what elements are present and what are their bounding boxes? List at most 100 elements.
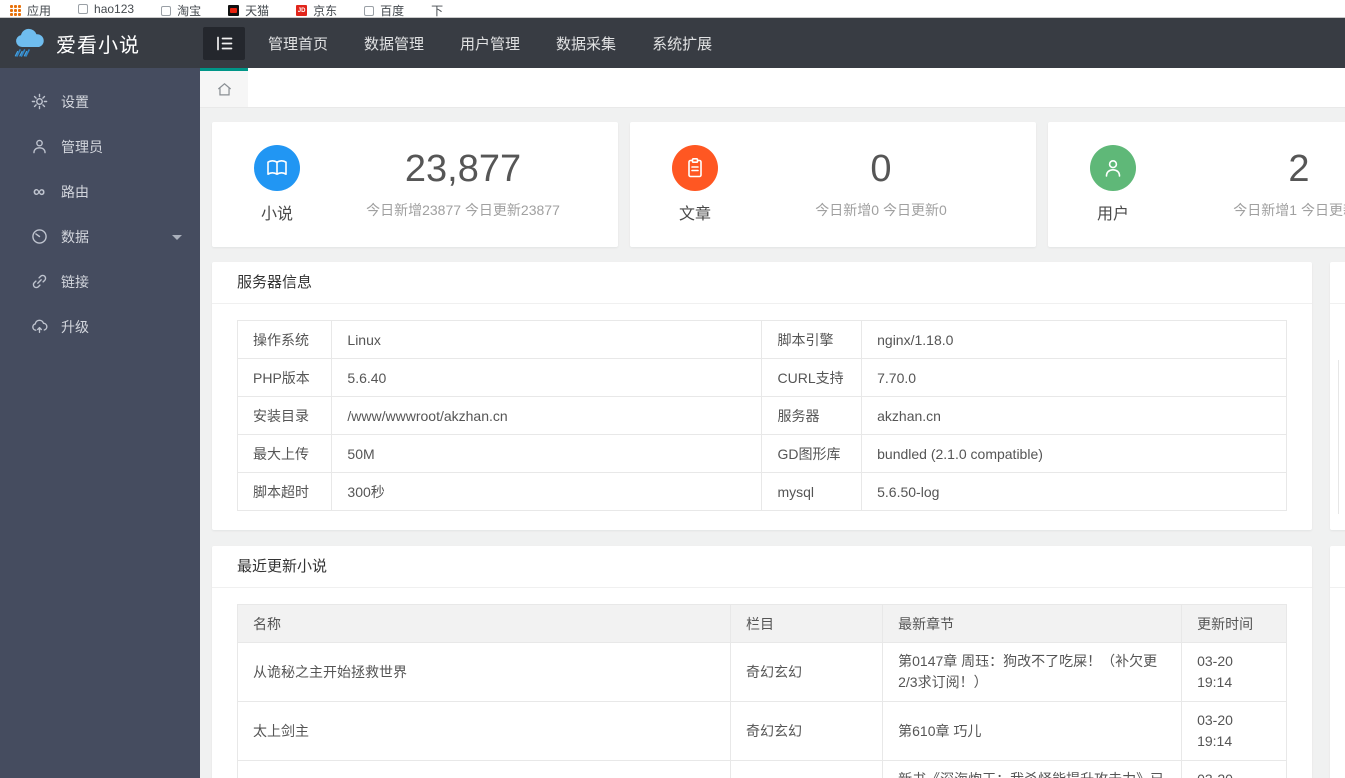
stat-value: 23,877 xyxy=(404,148,522,191)
novel-update-time: 03-20 19:14 xyxy=(1181,701,1287,761)
infinity-icon: ∞ xyxy=(32,181,46,201)
nav-label: 数据管理 xyxy=(364,35,425,53)
server-field-value: bundled (2.1.0 compatible) xyxy=(861,434,1287,473)
column-header-time: 更新时间 xyxy=(1181,604,1287,643)
book-icon xyxy=(254,145,300,191)
novel-name: 从诡秘之主开始拯救世界 xyxy=(236,642,732,702)
nav-label: 用户管理 xyxy=(460,35,521,53)
server-field-label: 操作系统 xyxy=(236,320,333,359)
clipped-right-panel-bottom: 人 xyxy=(1330,546,1345,778)
sidebar: 设置 管理员 ∞ 路由 数据 链接 升级 xyxy=(0,68,200,778)
admin-dashboard-page: 应用 hao123 淘宝 天猫 JD 京东 百度 下 爱看小说 管理首页 数据管… xyxy=(0,0,1345,778)
tab-home[interactable] xyxy=(200,68,248,107)
stat-subtitle: 今日新增23877 今日更新23877 xyxy=(366,201,560,218)
bookmark-jd[interactable]: JD 京东 xyxy=(296,2,337,17)
generic-favicon-icon xyxy=(161,5,172,16)
app-title: 爱看小说 xyxy=(56,34,140,57)
sidebar-item-administrator[interactable]: 管理员 xyxy=(0,124,200,169)
app-logo[interactable]: 爱看小说 xyxy=(0,18,200,68)
novel-category: 奇幻玄幻 xyxy=(730,642,884,702)
column-header-category: 栏目 xyxy=(730,604,884,643)
server-info-panel: 服务器信息 操作系统 Linux 脚本引擎 nginx/1.18.0 PHP版本… xyxy=(212,262,1312,530)
tab-bar xyxy=(200,68,1345,108)
user-icon xyxy=(30,138,48,156)
server-field-label: 服务器 xyxy=(761,396,863,435)
stat-subtitle: 今日新增0 今日更新0 xyxy=(815,201,947,218)
table-row: 太上剑主 奇幻玄幻 第610章 巧儿 03-20 19:14 xyxy=(236,701,1287,761)
server-field-value: 50M xyxy=(331,434,763,473)
collapse-menu-icon xyxy=(216,36,232,51)
bookmark-hao123[interactable]: hao123 xyxy=(78,2,134,16)
bookmark-baidu[interactable]: 百度 xyxy=(364,2,404,17)
server-field-label: CURL支持 xyxy=(761,358,863,397)
nav-data-management[interactable]: 数据管理 xyxy=(346,18,442,68)
cloud-rain-logo-icon xyxy=(14,28,44,57)
bookmark-clipped[interactable]: 下 xyxy=(431,2,443,17)
nav-system-extension[interactable]: 系统扩展 xyxy=(634,18,730,68)
server-field-label: 最大上传 xyxy=(236,434,333,473)
server-field-value: 300秒 xyxy=(331,472,763,511)
sidebar-label: 链接 xyxy=(61,273,89,290)
gauge-icon xyxy=(30,228,48,246)
stat-card-novels: 小说 23,877 今日新增23877 今日更新23877 xyxy=(212,122,618,247)
sidebar-item-routes[interactable]: ∞ 路由 xyxy=(0,169,200,214)
server-field-value: nginx/1.18.0 xyxy=(861,320,1287,359)
server-field-label: 安装目录 xyxy=(236,396,333,435)
novel-category: 奇幻玄幻 xyxy=(730,760,884,778)
nav-label: 数据采集 xyxy=(556,35,617,53)
bookmark-label: 下 xyxy=(431,4,444,17)
bookmark-taobao[interactable]: 淘宝 xyxy=(161,2,201,17)
bookmark-apps[interactable]: 应用 xyxy=(10,2,51,17)
top-navigation: 管理首页 数据管理 用户管理 数据采集 系统扩展 xyxy=(250,18,730,68)
sidebar-item-links[interactable]: 链接 xyxy=(0,259,200,304)
bookmark-tmall[interactable]: 天猫 xyxy=(228,2,269,17)
nav-label: 管理首页 xyxy=(268,35,329,53)
nav-label: 系统扩展 xyxy=(652,35,713,53)
server-field-value: 7.70.0 xyxy=(861,358,1287,397)
table-edge-line xyxy=(1338,360,1339,514)
nav-user-management[interactable]: 用户管理 xyxy=(442,18,538,68)
sidebar-item-upgrade[interactable]: 升级 xyxy=(0,304,200,349)
tmall-favicon-icon xyxy=(228,5,240,16)
novel-name: 深海拳王 xyxy=(236,760,732,778)
home-icon xyxy=(217,82,231,95)
panel-title: 最近更新小说 xyxy=(212,546,1312,588)
table-row: 操作系统 Linux 脚本引擎 nginx/1.18.0 xyxy=(236,320,1287,359)
server-info-table: 操作系统 Linux 脚本引擎 nginx/1.18.0 PHP版本 5.6.4… xyxy=(236,320,1287,511)
bookmark-label: 百度 xyxy=(380,4,405,17)
jd-favicon-icon: JD xyxy=(296,5,308,16)
novel-name: 太上剑主 xyxy=(236,701,732,761)
chevron-down-icon xyxy=(172,235,182,240)
server-field-label: 脚本超时 xyxy=(236,472,333,511)
bookmark-label: 京东 xyxy=(313,4,338,17)
bookmark-label: hao123 xyxy=(94,2,135,16)
person-icon xyxy=(1090,145,1136,191)
table-row: 最大上传 50M GD图形库 bundled (2.1.0 compatible… xyxy=(236,434,1287,473)
table-row: 脚本超时 300秒 mysql 5.6.50-log xyxy=(236,472,1287,511)
sidebar-label: 数据 xyxy=(61,228,89,245)
nav-data-collection[interactable]: 数据采集 xyxy=(538,18,634,68)
sidebar-label: 管理员 xyxy=(61,138,103,155)
clipped-right-panel-top: 最 xyxy=(1330,262,1345,530)
column-header-name: 名称 xyxy=(236,604,732,643)
server-field-value: /www/wwwroot/akzhan.cn xyxy=(331,396,763,435)
nav-admin-home[interactable]: 管理首页 xyxy=(250,18,346,68)
stat-subtitle: 今日新增1 今日更新1 xyxy=(1233,201,1345,218)
apps-grid-icon xyxy=(10,5,21,16)
panel-title: 服务器信息 xyxy=(212,262,1312,304)
column-header-chapter: 最新章节 xyxy=(882,604,1183,643)
stat-card-users: 用户 2 今日新增1 今日更新1 xyxy=(1048,122,1345,247)
sidebar-item-settings[interactable]: 设置 xyxy=(0,79,200,124)
sidebar-label: 路由 xyxy=(61,183,89,200)
server-field-value: Linux xyxy=(331,320,763,359)
sidebar-item-data[interactable]: 数据 xyxy=(0,214,200,259)
recent-novels-panel: 最近更新小说 名称 栏目 最新章节 更新时间 从诡秘之主开始拯救世界 奇幻玄幻 xyxy=(212,546,1312,778)
sidebar-collapse-button[interactable] xyxy=(203,27,245,60)
novel-update-time: 03-20 19:14 xyxy=(1181,642,1287,702)
stat-value: 2 xyxy=(1288,148,1310,191)
server-field-value: 5.6.50-log xyxy=(861,472,1287,511)
table-row: 深海拳王 奇幻玄幻 新书《深海炮王：我杀怪能提升攻击力》已伏 03-20 19:… xyxy=(236,760,1287,778)
link-icon xyxy=(30,273,48,291)
stat-card-articles: 文章 0 今日新增0 今日更新0 xyxy=(630,122,1036,247)
recent-novels-table: 名称 栏目 最新章节 更新时间 从诡秘之主开始拯救世界 奇幻玄幻 第0147章 … xyxy=(236,604,1287,778)
